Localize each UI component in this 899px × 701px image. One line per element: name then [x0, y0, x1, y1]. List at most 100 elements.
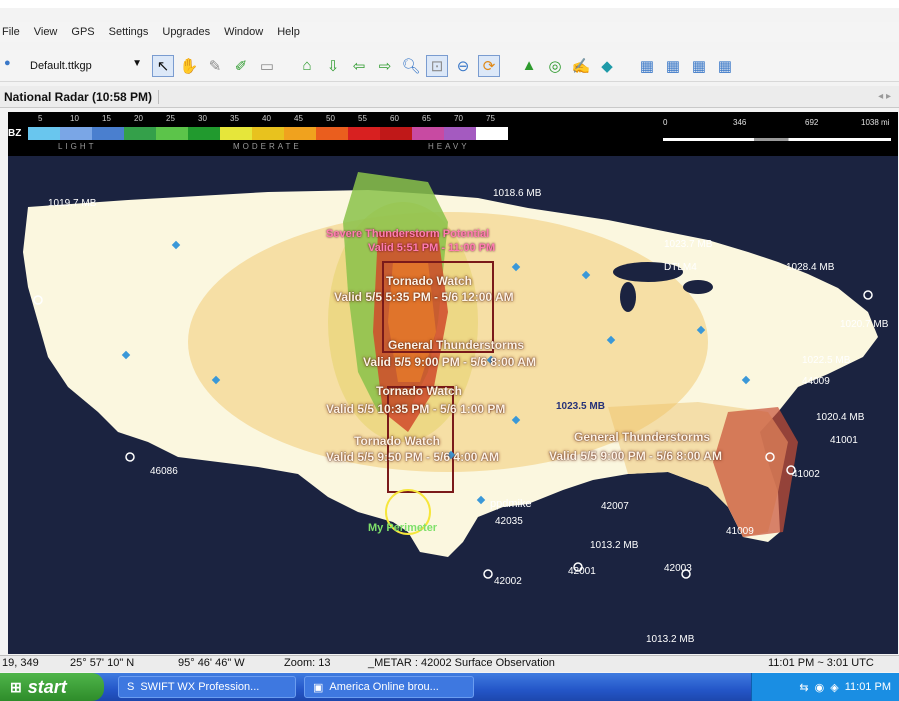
legend-swatch — [156, 127, 188, 140]
general-thunderstorms-label-1[interactable]: General Thunderstorms — [388, 338, 524, 352]
menu-bar: File View GPS Settings Upgrades Window H… — [0, 22, 899, 42]
tornado-watch-label-3[interactable]: Tornado Watch — [354, 434, 440, 448]
pan-hand-icon[interactable]: ✋ — [178, 55, 200, 77]
menu-view[interactable]: View — [34, 26, 58, 38]
buoy-marker — [863, 290, 873, 300]
zoom-box-icon[interactable]: ⊡ — [426, 54, 448, 77]
triangle-icon[interactable]: ▲ — [518, 55, 540, 77]
menu-window[interactable]: Window — [224, 26, 263, 38]
profile-value: Default.ttkgp — [30, 59, 92, 72]
tornado-watch-valid-2: Valid 5/5 10:35 PM - 5/6 1:00 PM — [326, 402, 506, 416]
legend-value: 30 — [198, 114, 207, 123]
tab-bar: National Radar (10:58 PM) ◂ ▸ — [0, 86, 899, 108]
tray-icon-volume[interactable]: ◉ — [815, 681, 825, 694]
status-time: 11:01 PM ~ 3:01 UTC — [768, 657, 874, 669]
station-label[interactable]: 42035 — [495, 516, 523, 527]
menu-file[interactable]: File — [2, 26, 20, 38]
status-bar: 19, 349 25° 57' 10" N 95° 46' 46" W Zoom… — [0, 655, 899, 672]
severe-thunderstorm-valid: Valid 5:51 PM - 11:00 PM — [368, 242, 496, 254]
station-label[interactable]: 41001 — [830, 435, 858, 446]
arrow-right-icon[interactable]: ⇨ — [374, 55, 396, 77]
general-thunderstorms-label-2[interactable]: General Thunderstorms — [574, 430, 710, 444]
legend-values: 5 10 15 20 25 30 35 40 45 50 55 60 65 70… — [28, 114, 508, 126]
station-label[interactable]: DTLM4 — [664, 262, 697, 273]
target-icon[interactable]: ◎ — [544, 55, 566, 77]
map-canvas — [23, 172, 878, 579]
taskbar: ⊞ start S SWIFT WX Profession... ▣ Ameri… — [0, 673, 899, 701]
taskbar-aol-label: America Online brou... — [329, 681, 439, 693]
legend-value: 40 — [262, 114, 271, 123]
distance-1038: 1038 mi — [861, 118, 890, 127]
pressure-label: 1018.6 MB — [493, 188, 542, 199]
menu-upgrades[interactable]: Upgrades — [162, 26, 210, 38]
tray-clock[interactable]: 11:01 PM — [845, 681, 891, 693]
tab-scroll-icon[interactable]: ◂ ▸ — [878, 91, 891, 102]
refresh-icon[interactable]: ⟳ — [478, 54, 500, 77]
distance-346: 346 — [733, 118, 747, 127]
pressure-label: 1022.5 MB — [802, 355, 851, 366]
radar-map[interactable]: BZ 5 10 15 20 25 30 35 40 45 50 55 60 65… — [8, 112, 898, 654]
grid1-icon[interactable]: ▦ — [636, 55, 658, 77]
menu-gps[interactable]: GPS — [71, 26, 94, 38]
tornado-watch-label-1[interactable]: Tornado Watch — [386, 274, 472, 288]
pressure-label: 1020.4 MB — [816, 412, 865, 423]
tornado-watch-valid-1: Valid 5/5 5:35 PM - 5/6 12:00 AM — [334, 290, 514, 304]
status-zoom: Zoom: 13 — [284, 657, 331, 669]
toolbar: ● Default.ttkgp ▼ ↖ ✋ ✎ ✐ ▭ ⌂ ⇩ ⇦ ⇨ 🔍︎ ⊡… — [0, 50, 899, 82]
station-label[interactable]: 42001 — [568, 566, 596, 577]
station-label[interactable]: 41009 — [726, 526, 754, 537]
arrow-down-icon[interactable]: ⇩ — [322, 55, 344, 77]
taskbar-aol[interactable]: ▣ America Online brou... — [304, 676, 474, 698]
tray-icon-security[interactable]: ◈ — [830, 681, 838, 694]
grid4-icon[interactable]: ▦ — [714, 55, 736, 77]
tornado-watch-label-2[interactable]: Tornado Watch — [376, 384, 462, 398]
pressure-label: 1028.4 MB — [786, 262, 835, 273]
menu-help[interactable]: Help — [277, 26, 300, 38]
aol-app-icon: ▣ — [313, 681, 324, 694]
home-icon[interactable]: ⌂ — [296, 55, 318, 77]
legend-value: 60 — [390, 114, 399, 123]
taskbar-swift-wx[interactable]: S SWIFT WX Profession... — [118, 676, 296, 698]
windows-logo-icon: ⊞ — [10, 678, 22, 695]
brush-icon[interactable]: ✍ — [570, 55, 592, 77]
swift-app-icon: S — [127, 681, 135, 693]
status-lat: 25° 57' 10" N — [70, 657, 135, 669]
zoom-out-icon[interactable]: ⊖ — [452, 55, 474, 77]
grid2-icon[interactable]: ▦ — [662, 55, 684, 77]
legend-swatch — [316, 127, 348, 140]
general-thunderstorms-valid-2: Valid 5/5 9:00 PM - 5/6 8:00 AM — [549, 449, 722, 463]
legend-value: 10 — [70, 114, 79, 123]
legend-color-scale — [28, 127, 508, 140]
profile-icon: ● — [4, 56, 11, 69]
station-label[interactable]: 46086 — [150, 466, 178, 477]
pencil-icon[interactable]: ✎ — [204, 55, 226, 77]
arrow-left-icon[interactable]: ⇦ — [348, 55, 370, 77]
legend-swatch — [124, 127, 156, 140]
station-label[interactable]: 42007 — [601, 501, 629, 512]
start-button[interactable]: ⊞ start — [0, 673, 104, 701]
legend-value: 20 — [134, 114, 143, 123]
legend-value: 35 — [230, 114, 239, 123]
menu-settings[interactable]: Settings — [109, 26, 149, 38]
pointer-tool-icon[interactable]: ↖ — [152, 54, 174, 77]
legend-swatch — [348, 127, 380, 140]
my-perimeter-label[interactable]: My Perimeter — [368, 522, 437, 534]
marker-icon[interactable]: ✐ — [230, 55, 252, 77]
user-ppdmike-label[interactable]: ppdmike — [490, 498, 532, 510]
zoom-in-icon[interactable]: 🔍︎ — [400, 55, 422, 77]
tray-icon-network[interactable]: ⇆ — [799, 681, 808, 694]
drop-icon[interactable]: ◆ — [596, 55, 618, 77]
legend-swatch — [252, 127, 284, 140]
ruler-icon[interactable]: ▭ — [256, 55, 278, 77]
buoy-marker — [125, 452, 135, 462]
profile-select[interactable]: ● Default.ttkgp ▼ — [0, 56, 146, 76]
station-label[interactable]: 44009 — [802, 376, 830, 387]
grid3-icon[interactable]: ▦ — [688, 55, 710, 77]
station-label[interactable]: 41002 — [792, 469, 820, 480]
severe-thunderstorm-label[interactable]: Severe Thunderstorm Potential — [326, 228, 489, 240]
station-label[interactable]: 42003 — [664, 563, 692, 574]
station-label[interactable]: 42002 — [494, 576, 522, 587]
taskbar-swift-label: SWIFT WX Profession... — [140, 681, 260, 693]
tab-national-radar[interactable]: National Radar (10:58 PM) — [0, 89, 160, 104]
legend-value: 55 — [358, 114, 367, 123]
